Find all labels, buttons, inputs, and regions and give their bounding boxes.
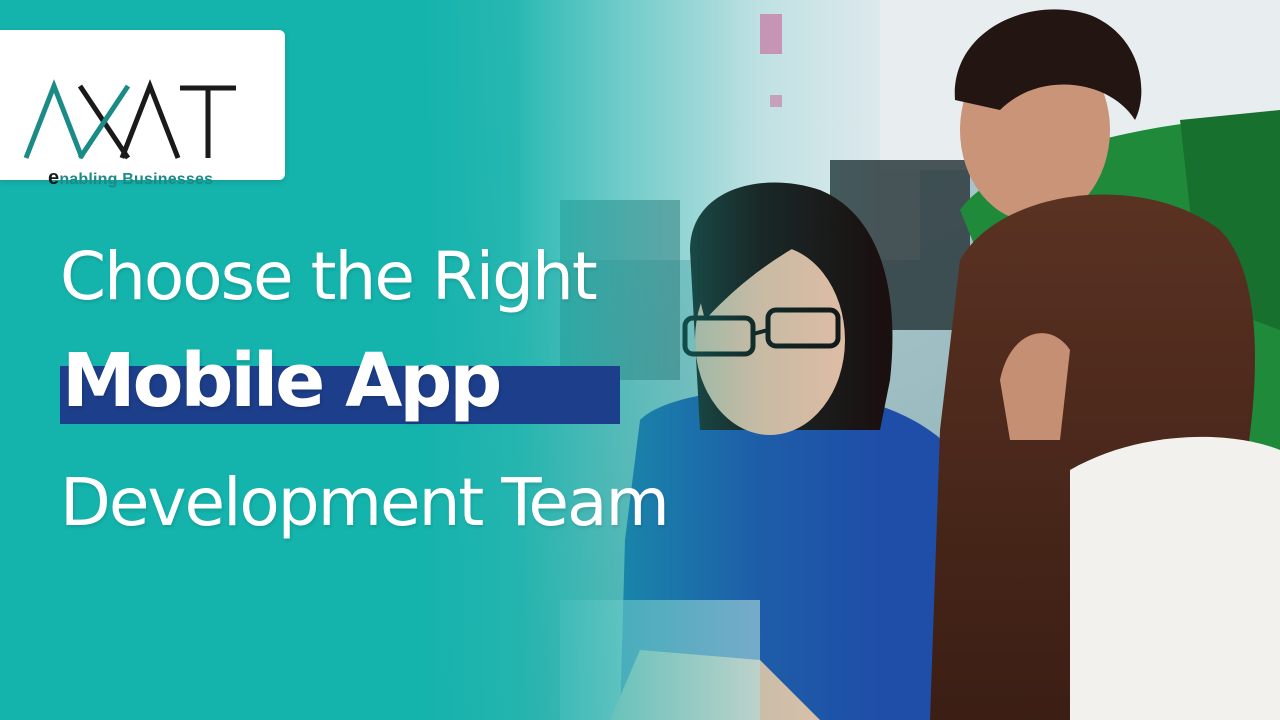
e-glyph-icon: e [48,167,60,189]
headline-line-1: Choose the Right [60,238,598,315]
logo-tagline: enabling Businesses [48,167,213,190]
logo-card: enabling Businesses [0,30,285,189]
promo-banner: enabling Businesses Choose the Right Mob… [0,0,1280,720]
headline-line-3: Development Team [60,464,670,541]
tagline-text: nabling Businesses [59,171,214,188]
headline-line-2: Mobile App [62,338,502,424]
axat-logo [23,79,236,160]
headline-line-2-wrap: Mobile App [60,338,620,426]
